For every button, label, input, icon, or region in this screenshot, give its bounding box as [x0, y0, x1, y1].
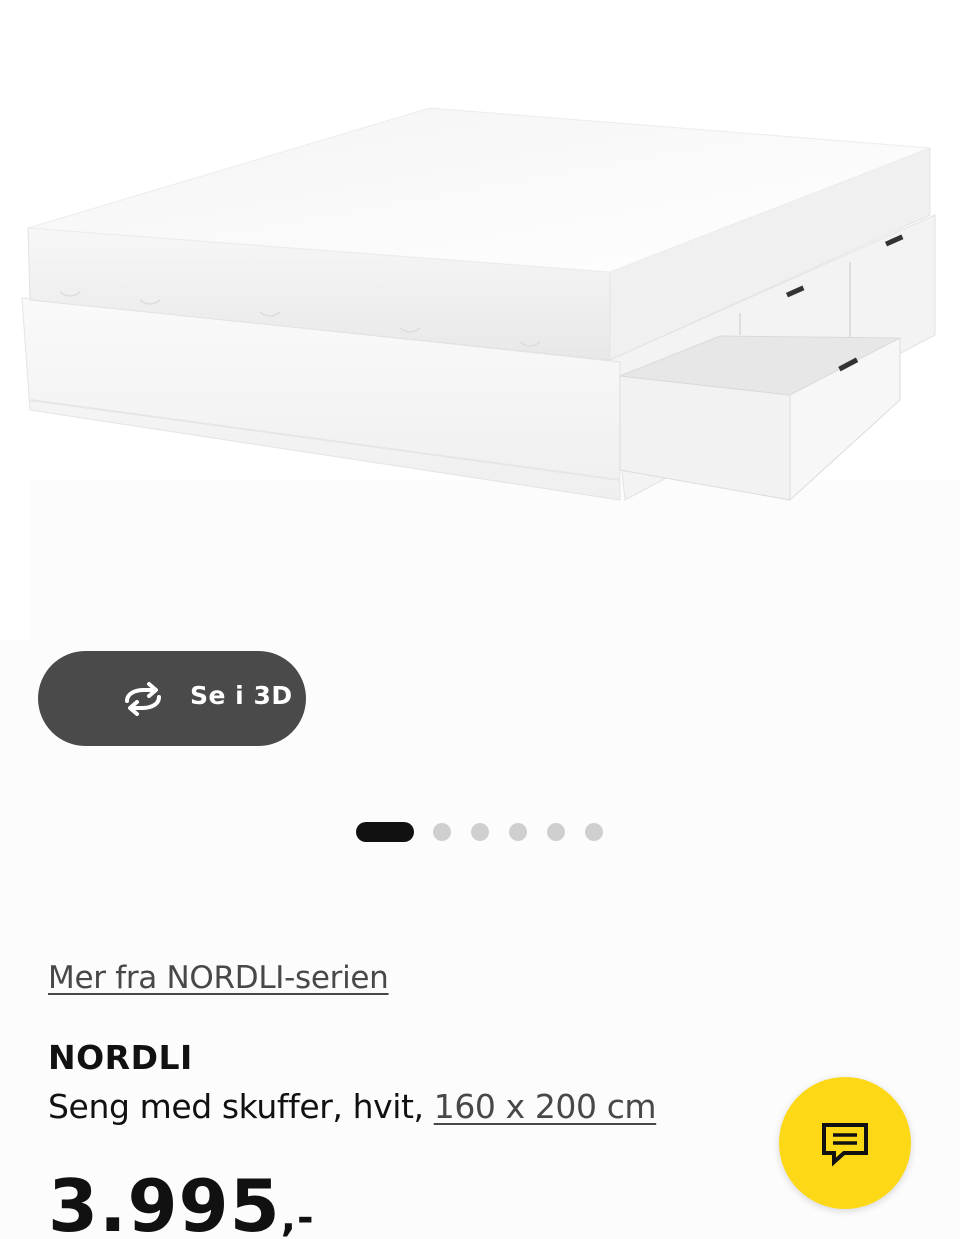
carousel-dot-active[interactable] — [356, 822, 414, 842]
carousel-indicator — [356, 822, 616, 842]
chat-button[interactable] — [779, 1077, 911, 1209]
price-suffix: ,- — [280, 1195, 315, 1239]
size-link[interactable]: 160 x 200 cm — [434, 1087, 657, 1126]
product-price: 3.995,- — [48, 1164, 315, 1239]
price-main: 3.995 — [48, 1164, 281, 1239]
view-3d-button[interactable]: Se i 3D — [38, 651, 306, 746]
carousel-dot[interactable] — [433, 823, 451, 841]
carousel-dot[interactable] — [509, 823, 527, 841]
product-name: NORDLI — [48, 1038, 193, 1077]
bed-illustration — [0, 0, 960, 640]
rotate-3d-icon — [118, 681, 168, 717]
product-image[interactable] — [0, 0, 960, 640]
view-3d-label: Se i 3D — [190, 681, 293, 710]
carousel-dot[interactable] — [547, 823, 565, 841]
product-description: Seng med skuffer, hvit, 160 x 200 cm — [48, 1087, 657, 1126]
product-description-text: Seng med skuffer, hvit, — [48, 1087, 434, 1126]
chat-bubble-icon — [822, 1123, 868, 1167]
carousel-dot[interactable] — [585, 823, 603, 841]
product-page: Se i 3D Mer fra NORDLI-serien NORDLI Sen… — [0, 0, 960, 1239]
carousel-dot[interactable] — [471, 823, 489, 841]
series-link[interactable]: Mer fra NORDLI-serien — [48, 960, 389, 996]
